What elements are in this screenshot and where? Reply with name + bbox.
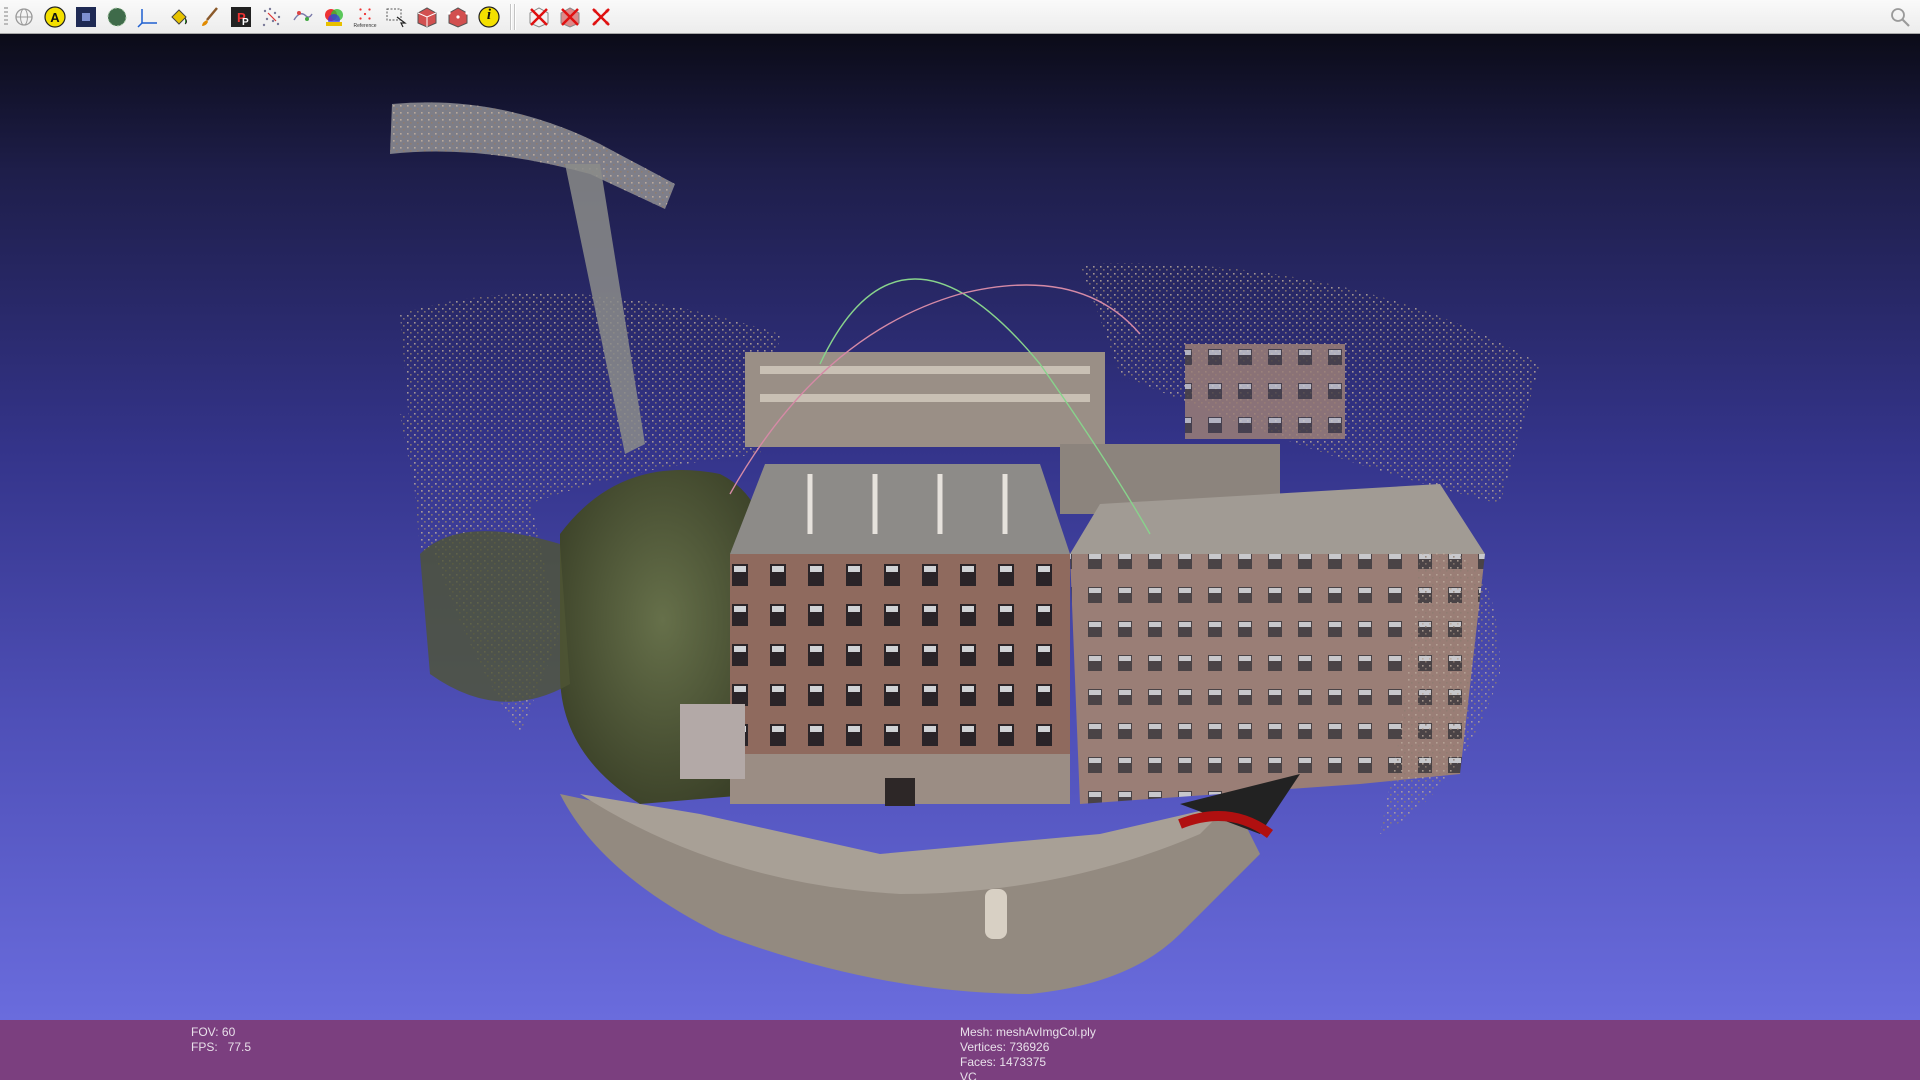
vertex-color-flag: VC xyxy=(960,1070,977,1080)
info-icon[interactable]: i xyxy=(476,3,502,31)
fps-value: 77.5 xyxy=(227,1040,252,1054)
select-faces-icon[interactable] xyxy=(414,3,440,31)
toolbar-grip[interactable] xyxy=(4,7,8,27)
axis-icon[interactable] xyxy=(135,3,161,31)
main-toolbar: A PP Reference i xyxy=(0,0,1920,34)
brush-icon[interactable] xyxy=(197,3,223,31)
face-count: Faces: 1473375 xyxy=(960,1055,1047,1069)
status-bar: FOV: 60 FPS: 77.5 Mesh: meshAvImgCol.ply … xyxy=(0,1020,1920,1080)
color-paint-icon[interactable] xyxy=(321,3,347,31)
info-glyph: i xyxy=(486,7,492,23)
view-info: FOV: 60 FPS: 77.5 xyxy=(191,1025,251,1055)
fov-label: FOV: 60 xyxy=(191,1025,236,1039)
reference-label: Reference xyxy=(353,23,377,29)
delete-faces-icon[interactable] xyxy=(557,3,583,31)
search-icon[interactable] xyxy=(1888,5,1912,29)
mesh-info: Mesh: meshAvImgCol.ply Vertices: 736926 … xyxy=(960,1025,1096,1080)
delete-selected-icon[interactable] xyxy=(588,3,614,31)
fps-row: FPS: 77.5 xyxy=(191,1040,251,1055)
align-points-icon[interactable] xyxy=(290,3,316,31)
point-select-icon[interactable] xyxy=(259,3,285,31)
reference-icon[interactable]: Reference xyxy=(352,3,378,31)
paint-bucket-icon[interactable] xyxy=(166,3,192,31)
mesh-name: Mesh: meshAvImgCol.ply xyxy=(960,1025,1096,1039)
vertex-count: Vertices: 736926 xyxy=(960,1040,1050,1054)
svg-text:A: A xyxy=(50,10,60,25)
render-mode-icon[interactable] xyxy=(73,3,99,31)
toolbar-separator xyxy=(510,4,512,30)
annotation-a-icon[interactable]: A xyxy=(42,3,68,31)
texture-sphere-icon[interactable] xyxy=(104,3,130,31)
fps-label: FPS: xyxy=(191,1040,218,1054)
point-cloud-scene xyxy=(390,102,1540,994)
select-vertices-icon[interactable] xyxy=(445,3,471,31)
3d-viewport[interactable] xyxy=(0,34,1920,1020)
svg-text:P: P xyxy=(242,17,249,28)
toolbar-separator xyxy=(514,4,516,30)
delete-vertices-icon[interactable] xyxy=(526,3,552,31)
globe-icon[interactable] xyxy=(11,3,37,31)
advertising-column xyxy=(985,889,1007,939)
pp-picking-icon[interactable]: PP xyxy=(228,3,254,31)
select-area-icon[interactable] xyxy=(383,3,409,31)
